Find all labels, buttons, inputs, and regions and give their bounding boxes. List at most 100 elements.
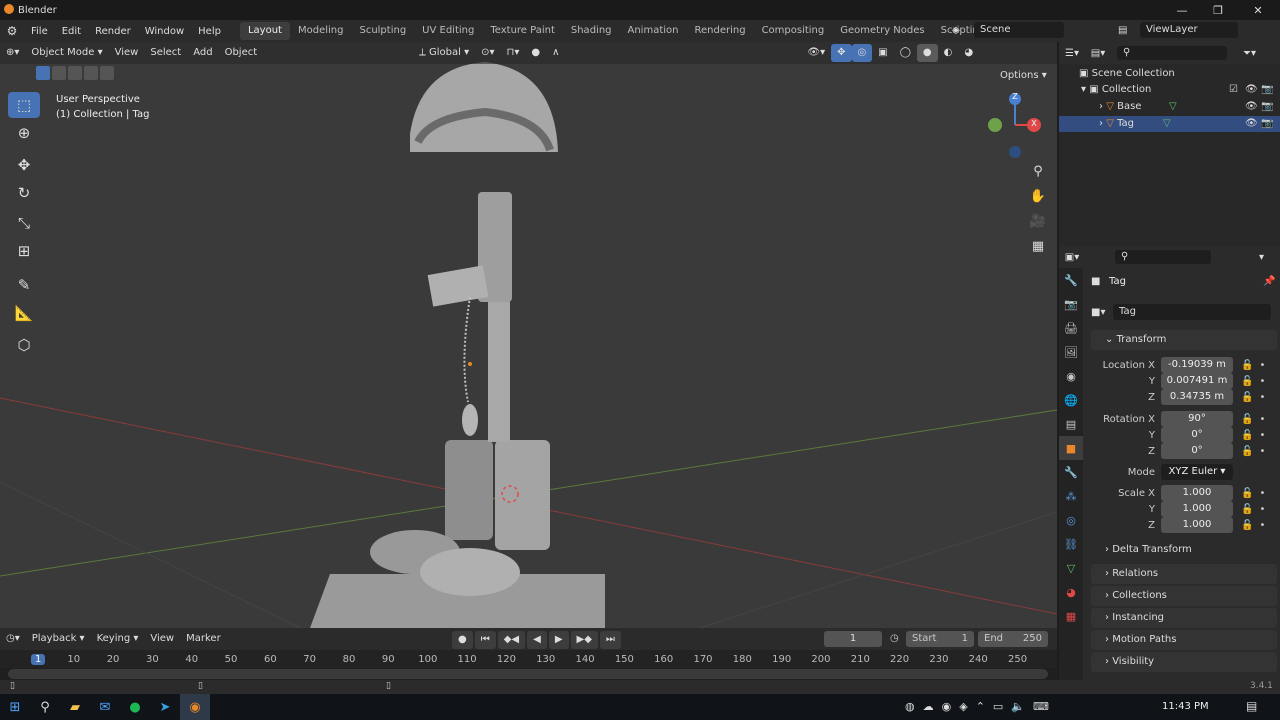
transform-tool-icon[interactable]: ⊞ (8, 238, 40, 264)
notifications-icon[interactable]: ▤ (1246, 699, 1257, 713)
datablock-icon[interactable]: ■▾ (1091, 307, 1113, 318)
viewlayer-field[interactable]: ViewLayer (1140, 22, 1238, 38)
mode-dropdown[interactable]: Object Mode ▾ (25, 44, 109, 62)
keyframe-dot-icon[interactable]: • (1259, 376, 1265, 387)
lock-icon[interactable]: 🔓 (1241, 414, 1253, 425)
select-invert-icon[interactable] (84, 66, 98, 80)
collection-camera-icon[interactable]: 📷 (1261, 82, 1273, 98)
properties-menu-icon[interactable]: ▾ (1259, 252, 1264, 263)
rotation-x-field[interactable]: 90° (1161, 411, 1233, 427)
jump-end-icon[interactable]: ⏭ (599, 631, 621, 649)
perspective-grid-icon[interactable]: ▦ (1027, 235, 1049, 257)
proportional-icon[interactable]: ● (525, 44, 546, 62)
scene-icon[interactable]: ◈ (952, 25, 974, 36)
editor-type-icon[interactable]: ⊕▾ (0, 44, 25, 62)
lock-icon[interactable]: 🔓 (1241, 488, 1253, 499)
search-icon[interactable]: ⚲ (30, 694, 60, 720)
restore-icon[interactable]: ❐ (1200, 0, 1236, 20)
current-frame-field[interactable]: 1 (824, 631, 882, 647)
relations-panel-header[interactable]: › Relations (1091, 564, 1277, 584)
lock-icon[interactable]: 🔓 (1241, 430, 1253, 441)
tab-shading[interactable]: Shading (563, 22, 620, 40)
play-icon[interactable]: ▶ (548, 631, 569, 649)
base-eye-icon[interactable]: 👁 (1245, 99, 1258, 115)
lock-icon[interactable]: 🔓 (1241, 360, 1253, 371)
output-tab-icon[interactable]: 🖨 (1059, 316, 1083, 340)
collections-panel-header[interactable]: › Collections (1091, 586, 1277, 606)
scale-tool-icon[interactable]: ⤡ (8, 210, 40, 236)
annotate-tool-icon[interactable]: ✎ (8, 272, 40, 298)
keyframe-dot-icon[interactable]: • (1259, 504, 1265, 515)
expand-tag-icon[interactable]: › (1099, 118, 1103, 129)
scene-collection-row[interactable]: ▣ Scene Collection (1059, 66, 1280, 82)
play-reverse-icon[interactable]: ◀ (527, 631, 547, 649)
menu-select[interactable]: Select (144, 44, 187, 62)
menu-add[interactable]: Add (187, 44, 218, 62)
overlay-toggle-icon[interactable]: ◎ (851, 44, 873, 62)
rotation-mode-dropdown[interactable]: XYZ Euler ▾ (1161, 464, 1233, 480)
lock-icon[interactable]: 🔓 (1241, 392, 1253, 403)
camera-view-icon[interactable]: 🎥 (1027, 210, 1049, 232)
scale-x-field[interactable]: 1.000 (1161, 485, 1233, 501)
telegram-icon[interactable]: ➤ (150, 694, 180, 720)
view-layer-tab-icon[interactable]: 🖼 (1059, 340, 1083, 364)
move-tool-icon[interactable]: ✥ (8, 152, 40, 178)
render-tab-icon[interactable]: 📷 (1059, 292, 1083, 316)
minimize-icon[interactable]: — (1164, 0, 1200, 20)
object-tab-icon[interactable]: ■ (1059, 436, 1083, 460)
windows-start-icon[interactable]: ⊞ (0, 694, 30, 720)
keyframe-dot-icon[interactable]: • (1259, 360, 1265, 371)
lock-icon[interactable]: 🔓 (1241, 446, 1253, 457)
collection-row[interactable]: ▾ ▣ Collection ☑ 👁 📷 (1059, 82, 1280, 98)
tab-rendering[interactable]: Rendering (686, 22, 753, 40)
location-y-field[interactable]: 0.007491 m (1161, 373, 1233, 389)
physics-tab-icon[interactable]: ◎ (1059, 508, 1083, 532)
properties-editor-type-icon[interactable]: ▣▾ (1059, 252, 1085, 263)
display-mode-icon[interactable]: ▤▾ (1085, 48, 1111, 59)
menu-window[interactable]: Window (138, 26, 191, 37)
close-icon[interactable]: ✕ (1240, 0, 1276, 20)
pin-icon[interactable]: 📌 (1263, 276, 1275, 287)
options-dropdown[interactable]: Options ▾ (1000, 68, 1047, 84)
properties-search-input[interactable]: ⚲ (1115, 250, 1211, 264)
visibility-panel-header[interactable]: › Visibility (1091, 652, 1277, 672)
lock-icon[interactable]: 🔓 (1241, 504, 1253, 515)
scale-z-field[interactable]: 1.000 (1161, 517, 1233, 533)
location-z-field[interactable]: 0.34735 m (1161, 389, 1233, 405)
scrollbar-thumb[interactable] (8, 669, 1048, 679)
cursor-tool-icon[interactable]: ⊕ (8, 120, 40, 146)
tray-security-icon[interactable]: ◈ (959, 700, 967, 713)
collection-checkbox-icon[interactable]: ☑ (1229, 82, 1238, 98)
start-frame-field[interactable]: Start 1 (906, 631, 974, 647)
keyframe-dot-icon[interactable]: • (1259, 414, 1265, 425)
jump-start-icon[interactable]: ⏮ (474, 631, 496, 649)
menu-edit[interactable]: Edit (55, 26, 88, 37)
xray-icon[interactable]: ▣ (872, 44, 893, 62)
tray-app-icon[interactable]: ◍ (905, 700, 915, 713)
outliner-item-tag[interactable]: › ▽ Tag ▽ 👁 📷 (1059, 116, 1280, 132)
menu-view[interactable]: View (109, 44, 145, 62)
texture-tab-icon[interactable]: ▦ (1059, 604, 1083, 628)
outliner-search-input[interactable]: ⚲ (1117, 46, 1227, 60)
menu-file[interactable]: File (24, 26, 55, 37)
gizmo-toggle-icon[interactable]: ✥ (831, 44, 852, 62)
prev-keyframe-icon[interactable]: ◆◀ (497, 631, 526, 649)
rotate-tool-icon[interactable]: ↻ (8, 180, 40, 206)
timeline-editor-type-icon[interactable]: ◷▾ (0, 630, 26, 648)
timeline-scrollbar[interactable] (0, 668, 1057, 680)
frame-ruler[interactable]: 1 10 20 30 40 50 60 70 80 90 100 110 120 130 140 150 160… (0, 650, 1057, 668)
select-box-tool-icon[interactable]: ⬚ (8, 92, 40, 118)
clock-time[interactable]: 11:43 PM (1162, 701, 1209, 712)
tab-modeling[interactable]: Modeling (290, 22, 352, 40)
menu-playback[interactable]: Playback ▾ (26, 630, 91, 648)
visibility-icon[interactable]: 👁▾ (801, 44, 831, 62)
menu-render[interactable]: Render (88, 26, 138, 37)
lock-icon[interactable]: 🔓 (1241, 520, 1253, 531)
measure-tool-icon[interactable]: 📐 (8, 300, 40, 326)
solid-shading-icon[interactable]: ● (916, 44, 938, 62)
expand-base-icon[interactable]: › (1099, 101, 1103, 112)
rotation-y-field[interactable]: 0° (1161, 427, 1233, 443)
transform-panel-header[interactable]: ⌄ Transform (1091, 330, 1277, 350)
3d-viewport[interactable]: ⊕▾ Object Mode ▾ View Select Add Object … (0, 42, 1057, 628)
rotation-z-field[interactable]: 0° (1161, 443, 1233, 459)
